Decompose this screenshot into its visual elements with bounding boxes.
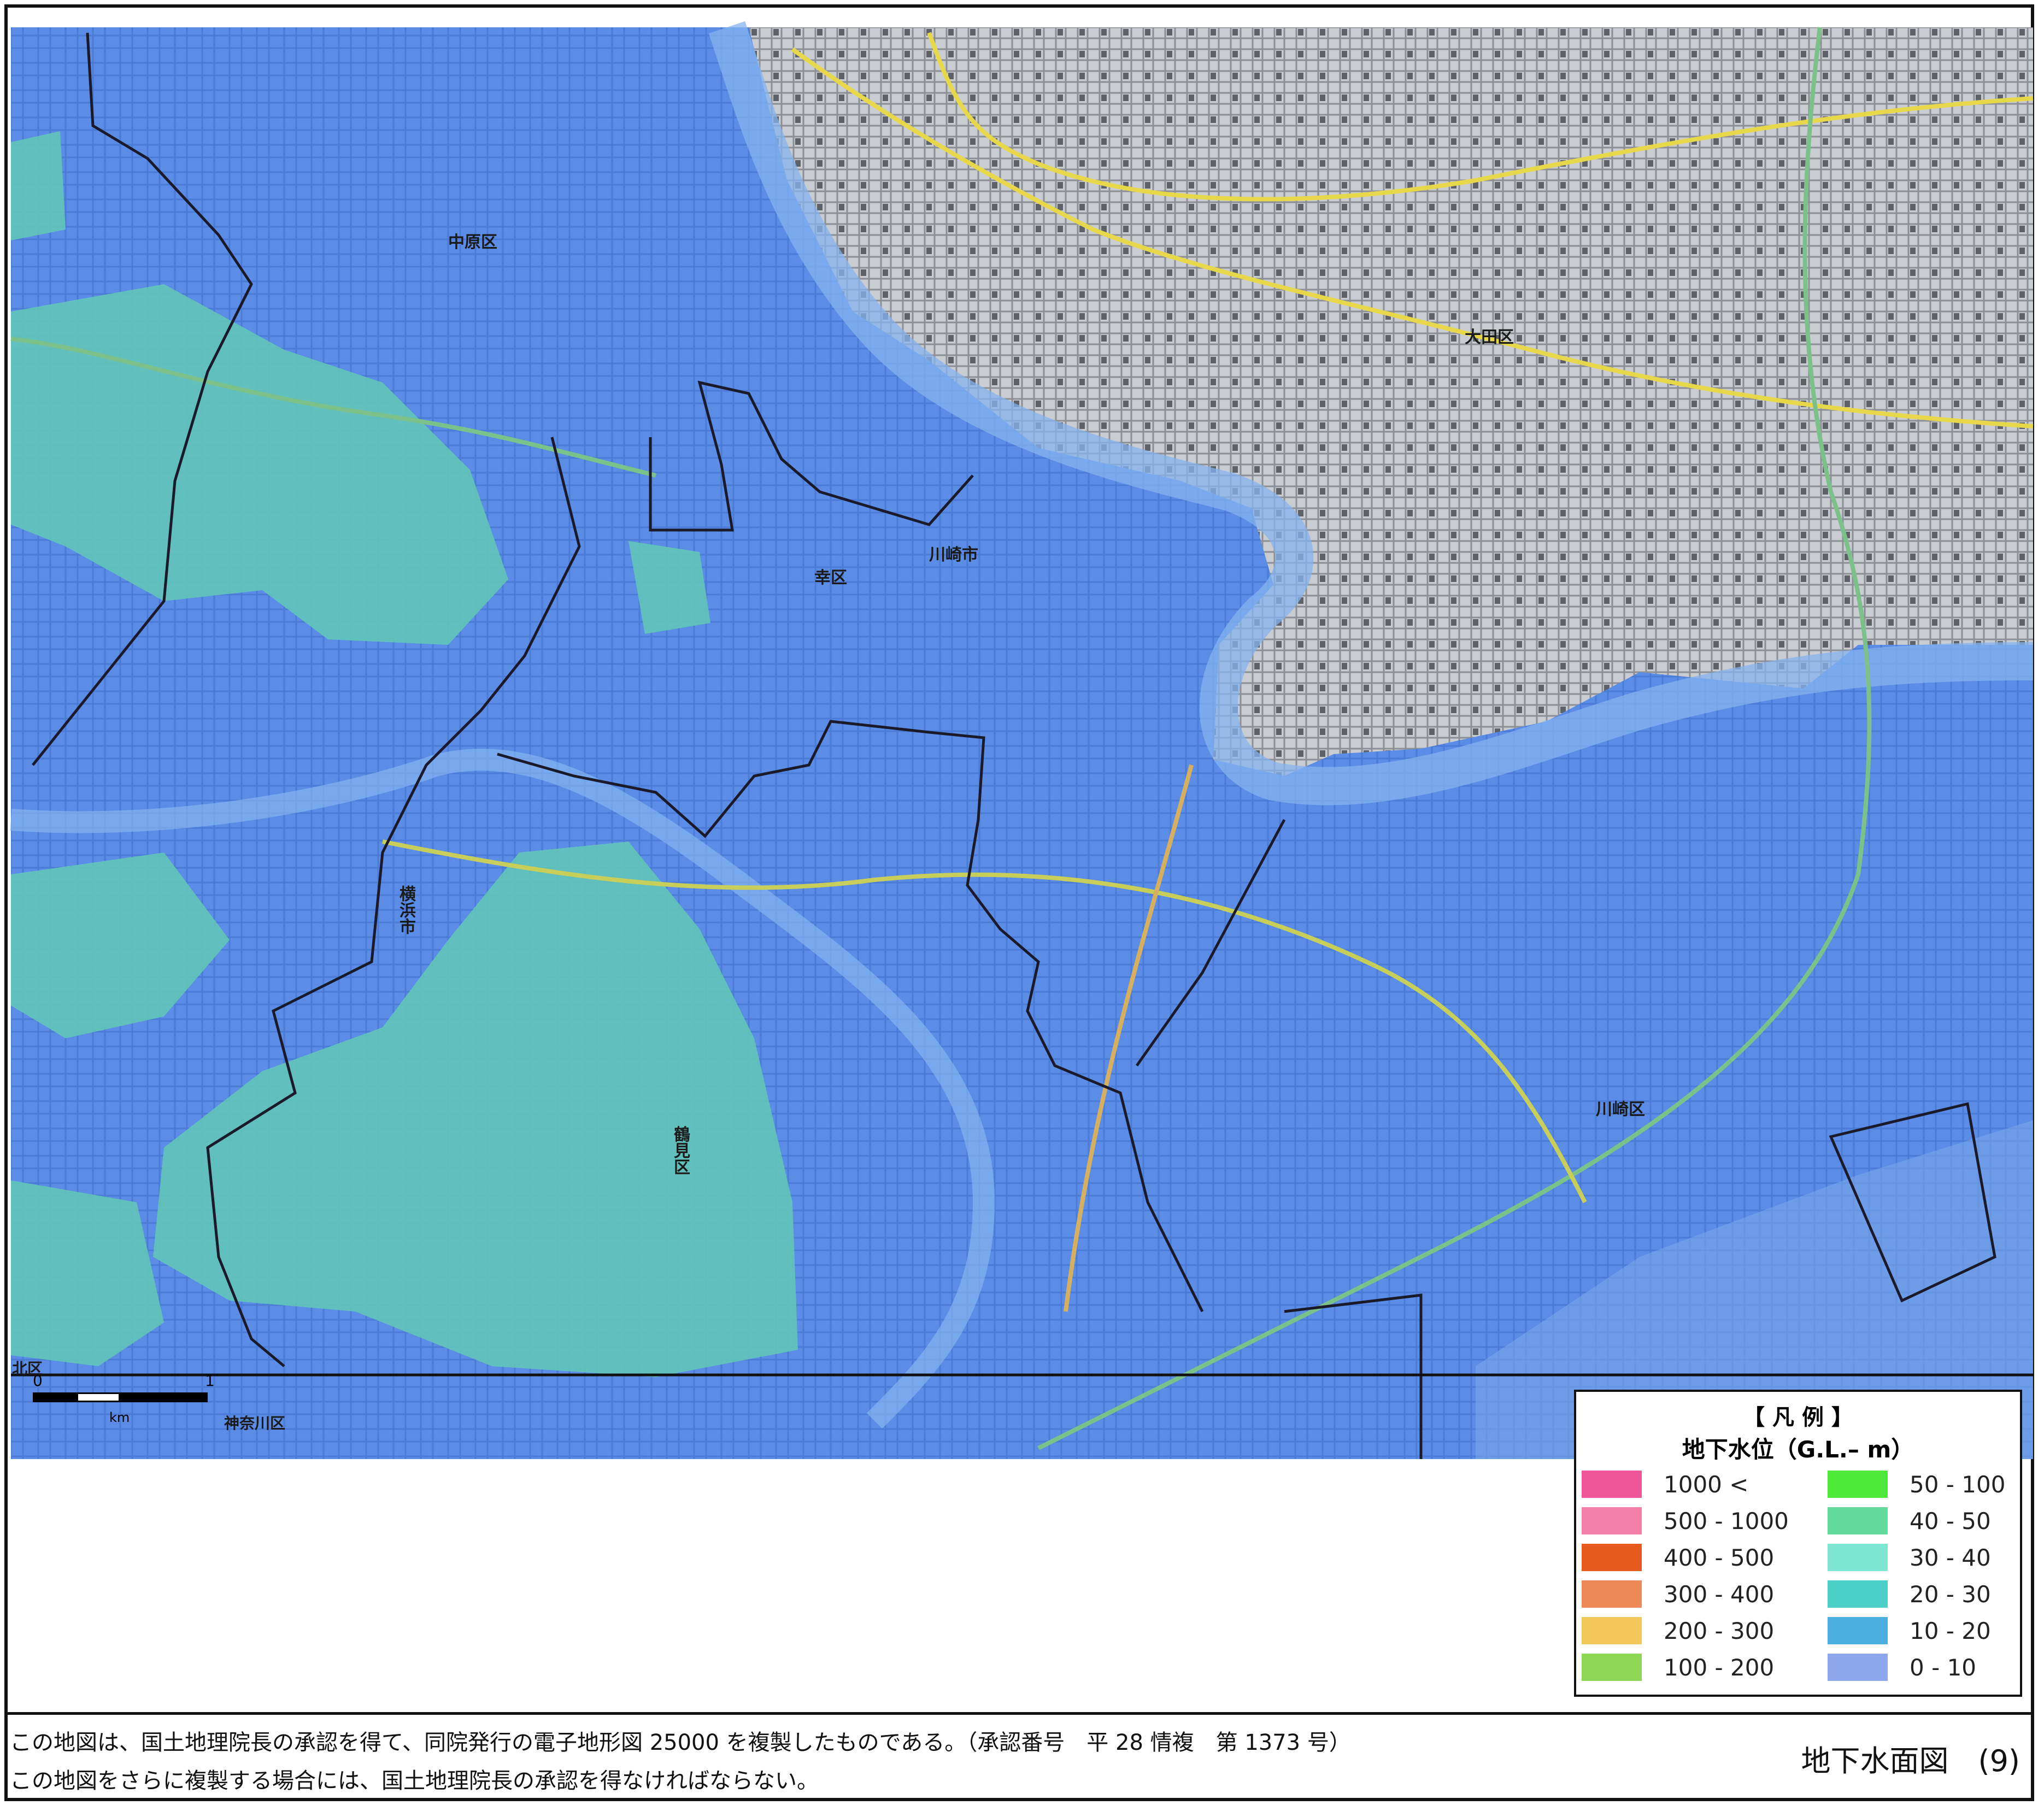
legend-label: 500 - 1000 [1664, 1507, 1789, 1534]
legend-item: 30 - 40 [1828, 1542, 1991, 1573]
legend-label: 50 - 100 [1910, 1471, 2006, 1498]
legend-subtitle: 地下水位（G.L.– m） [1682, 1436, 1914, 1463]
legend-item: 100 - 200 [1582, 1652, 1774, 1683]
label-kanagawa-ward: 神奈川区 [224, 1414, 286, 1432]
legend-label: 20 - 30 [1910, 1580, 1991, 1608]
legend-label: 1000 < [1664, 1471, 1749, 1498]
legend-label: 30 - 40 [1910, 1544, 1991, 1571]
legend-item: 0 - 10 [1828, 1652, 1976, 1683]
legend-label: 300 - 400 [1664, 1580, 1775, 1608]
legend-item: 300 - 400 [1582, 1579, 1774, 1609]
scale-segment [77, 1392, 120, 1402]
copyright-note-2: この地図をさらに複製する場合には、国土地理院長の承認を得なければならない。 [10, 1768, 819, 1794]
groundwater-map [10, 21, 2034, 1459]
legend-label: 400 - 500 [1664, 1544, 1775, 1571]
scale-unit: km [109, 1410, 130, 1425]
legend-swatch [1582, 1544, 1642, 1571]
legend-item: 20 - 30 [1828, 1579, 1991, 1609]
label-nakahara-ward: 中原区 [448, 233, 497, 252]
legend-label: 0 - 10 [1910, 1654, 1977, 1681]
scale-zero: 0 [33, 1372, 43, 1390]
legend-swatch [1828, 1654, 1888, 1681]
legend-label: 10 - 20 [1910, 1617, 1991, 1644]
legend-item: 40 - 50 [1828, 1506, 1991, 1536]
legend-swatch [1828, 1617, 1888, 1644]
legend-item: 1000 < [1582, 1469, 1748, 1500]
legend-label: 200 - 300 [1664, 1617, 1775, 1644]
label-yokohama-city: 横浜市 [396, 885, 415, 934]
sheet-title: 地下水面図 (9) [1801, 1744, 2020, 1778]
label-kawasaki-city: 川崎市 [929, 545, 978, 565]
scale-segment [120, 1392, 208, 1402]
legend-title: 【 凡 例 】 [1743, 1405, 1853, 1430]
copyright-note-1: この地図は、国土地理院長の承認を得て、同院発行の電子地形図 25000 を複製し… [10, 1730, 1351, 1755]
footer: この地図は、国土地理院長の承認を得て、同院発行の電子地形図 25000 を複製し… [8, 1712, 2031, 1798]
legend-swatch [1582, 1507, 1642, 1534]
label-saiwai-ward: 幸区 [814, 568, 847, 587]
legend-swatch [1828, 1580, 1888, 1608]
scale-one: 1 [205, 1372, 215, 1390]
label-ota-ward: 大田区 [1465, 328, 1514, 347]
legend-item: 200 - 300 [1582, 1615, 1774, 1646]
label-kawasaki-ward: 川崎区 [1596, 1100, 1645, 1119]
legend-swatch [1582, 1654, 1642, 1681]
legend-item: 500 - 1000 [1582, 1506, 1789, 1536]
legend-swatch [1582, 1580, 1642, 1608]
legend-swatch [1828, 1544, 1888, 1571]
legend-swatch [1582, 1617, 1642, 1644]
legend: 【 凡 例 】 地下水位（G.L.– m） 1000 < 500 - 1000 40… [1574, 1390, 2022, 1697]
legend-label: 40 - 50 [1910, 1507, 1991, 1534]
legend-item: 10 - 20 [1828, 1615, 1991, 1646]
label-tsurumi-ward: 鶴見区 [671, 1126, 690, 1175]
scale-segment [33, 1392, 77, 1402]
legend-label: 100 - 200 [1664, 1654, 1775, 1681]
legend-item: 400 - 500 [1582, 1542, 1774, 1573]
legend-item: 50 - 100 [1828, 1469, 2005, 1500]
legend-swatch [1582, 1471, 1642, 1498]
legend-swatch [1828, 1507, 1888, 1534]
scale-bar: 0 1 km [33, 1372, 219, 1436]
legend-swatch [1828, 1471, 1888, 1498]
